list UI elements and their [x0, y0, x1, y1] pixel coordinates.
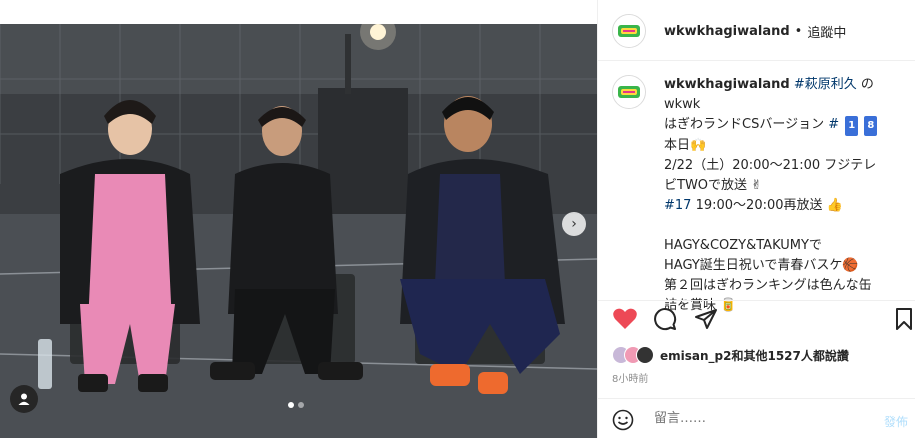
caption-line6-rest: 19:00～20:00再放送 👍 [695, 198, 843, 213]
comment-input[interactable] [652, 410, 856, 427]
avatar [636, 346, 654, 364]
caption-line-9: 第２回はぎわランキングは色んな缶 [664, 278, 872, 293]
carousel-indicator [288, 402, 304, 408]
caption-hashtag-2[interactable]: # [828, 117, 839, 132]
caption-badge-2: 8 [864, 116, 878, 136]
liker-avatars [612, 346, 656, 364]
account-logo-icon [613, 15, 645, 47]
post-caption: wkwkhagiwaland #萩原利久 のwkwk はぎわランドCSバージョン… [664, 75, 909, 316]
post-comment-button[interactable]: 發佈 [884, 413, 908, 430]
post-photo[interactable]: › [0, 24, 597, 438]
heart-icon[interactable] [612, 307, 638, 331]
caption-line-3: 本日🙌 [664, 138, 707, 153]
header-username[interactable]: wkwkhagiwaland [664, 24, 790, 39]
caption-hashtag-1[interactable]: #萩原利久 [794, 77, 857, 92]
bookmark-icon[interactable] [894, 307, 914, 331]
caption-line-5: ビTWOで放送 ✌ [664, 178, 763, 193]
emoji-icon[interactable] [612, 409, 634, 431]
caption-line-8: HAGY誕生日祝いで青春バスケ🏀 [664, 258, 859, 273]
carousel-next-button[interactable]: › [562, 212, 586, 236]
account-logo-icon [613, 76, 645, 108]
carousel-dot-active [288, 402, 294, 408]
caption-line-2: はぎわランドCSバージョン # 1 8 [664, 115, 909, 136]
caption-badge-1: 1 [845, 116, 859, 136]
comment-bar: 發佈 [598, 398, 915, 439]
post-image [0, 24, 597, 438]
caption-username[interactable]: wkwkhagiwaland [664, 77, 790, 92]
caption-avatar[interactable] [612, 75, 646, 109]
caption-line-6: #17 19:00～20:00再放送 👍 [664, 196, 909, 216]
liker-username[interactable]: emisan_p2 [660, 349, 731, 363]
caption-line-1: wkwkhagiwaland #萩原利久 のwkwk [664, 75, 909, 115]
caption-line-4: 2/22（土）20:00～21:00 フジテレ [664, 158, 877, 173]
send-icon[interactable] [694, 307, 718, 331]
avatar[interactable] [612, 14, 646, 48]
user-tag-icon [18, 393, 30, 405]
caption-hashtag-3[interactable]: #17 [664, 198, 691, 213]
carousel-dot [298, 402, 304, 408]
chevron-right-icon: › [571, 216, 577, 232]
likes-row: emisan_p2和其他1527人都說讚 [612, 346, 849, 364]
likes-count-text[interactable]: 和其他1527人都說讚 [731, 349, 848, 363]
follow-status-button[interactable]: 追蹤中 [807, 22, 846, 41]
post-header: wkwkhagiwaland • 追蹤中 [598, 0, 915, 61]
caption-line-7: HAGY&COZY&TAKUMYで [664, 238, 822, 253]
caption-line2-text: はぎわランドCSバージョン [664, 117, 825, 132]
action-bar [598, 300, 915, 341]
user-tag-button[interactable] [10, 385, 38, 413]
comment-icon[interactable] [653, 307, 677, 331]
post-timestamp[interactable]: 8小時前 [612, 370, 648, 385]
photo-top-margin [0, 0, 597, 24]
post-sidebar: wkwkhagiwaland • 追蹤中 wkwkhagiwaland #萩原利… [597, 0, 915, 438]
header-separator: • [794, 24, 803, 39]
